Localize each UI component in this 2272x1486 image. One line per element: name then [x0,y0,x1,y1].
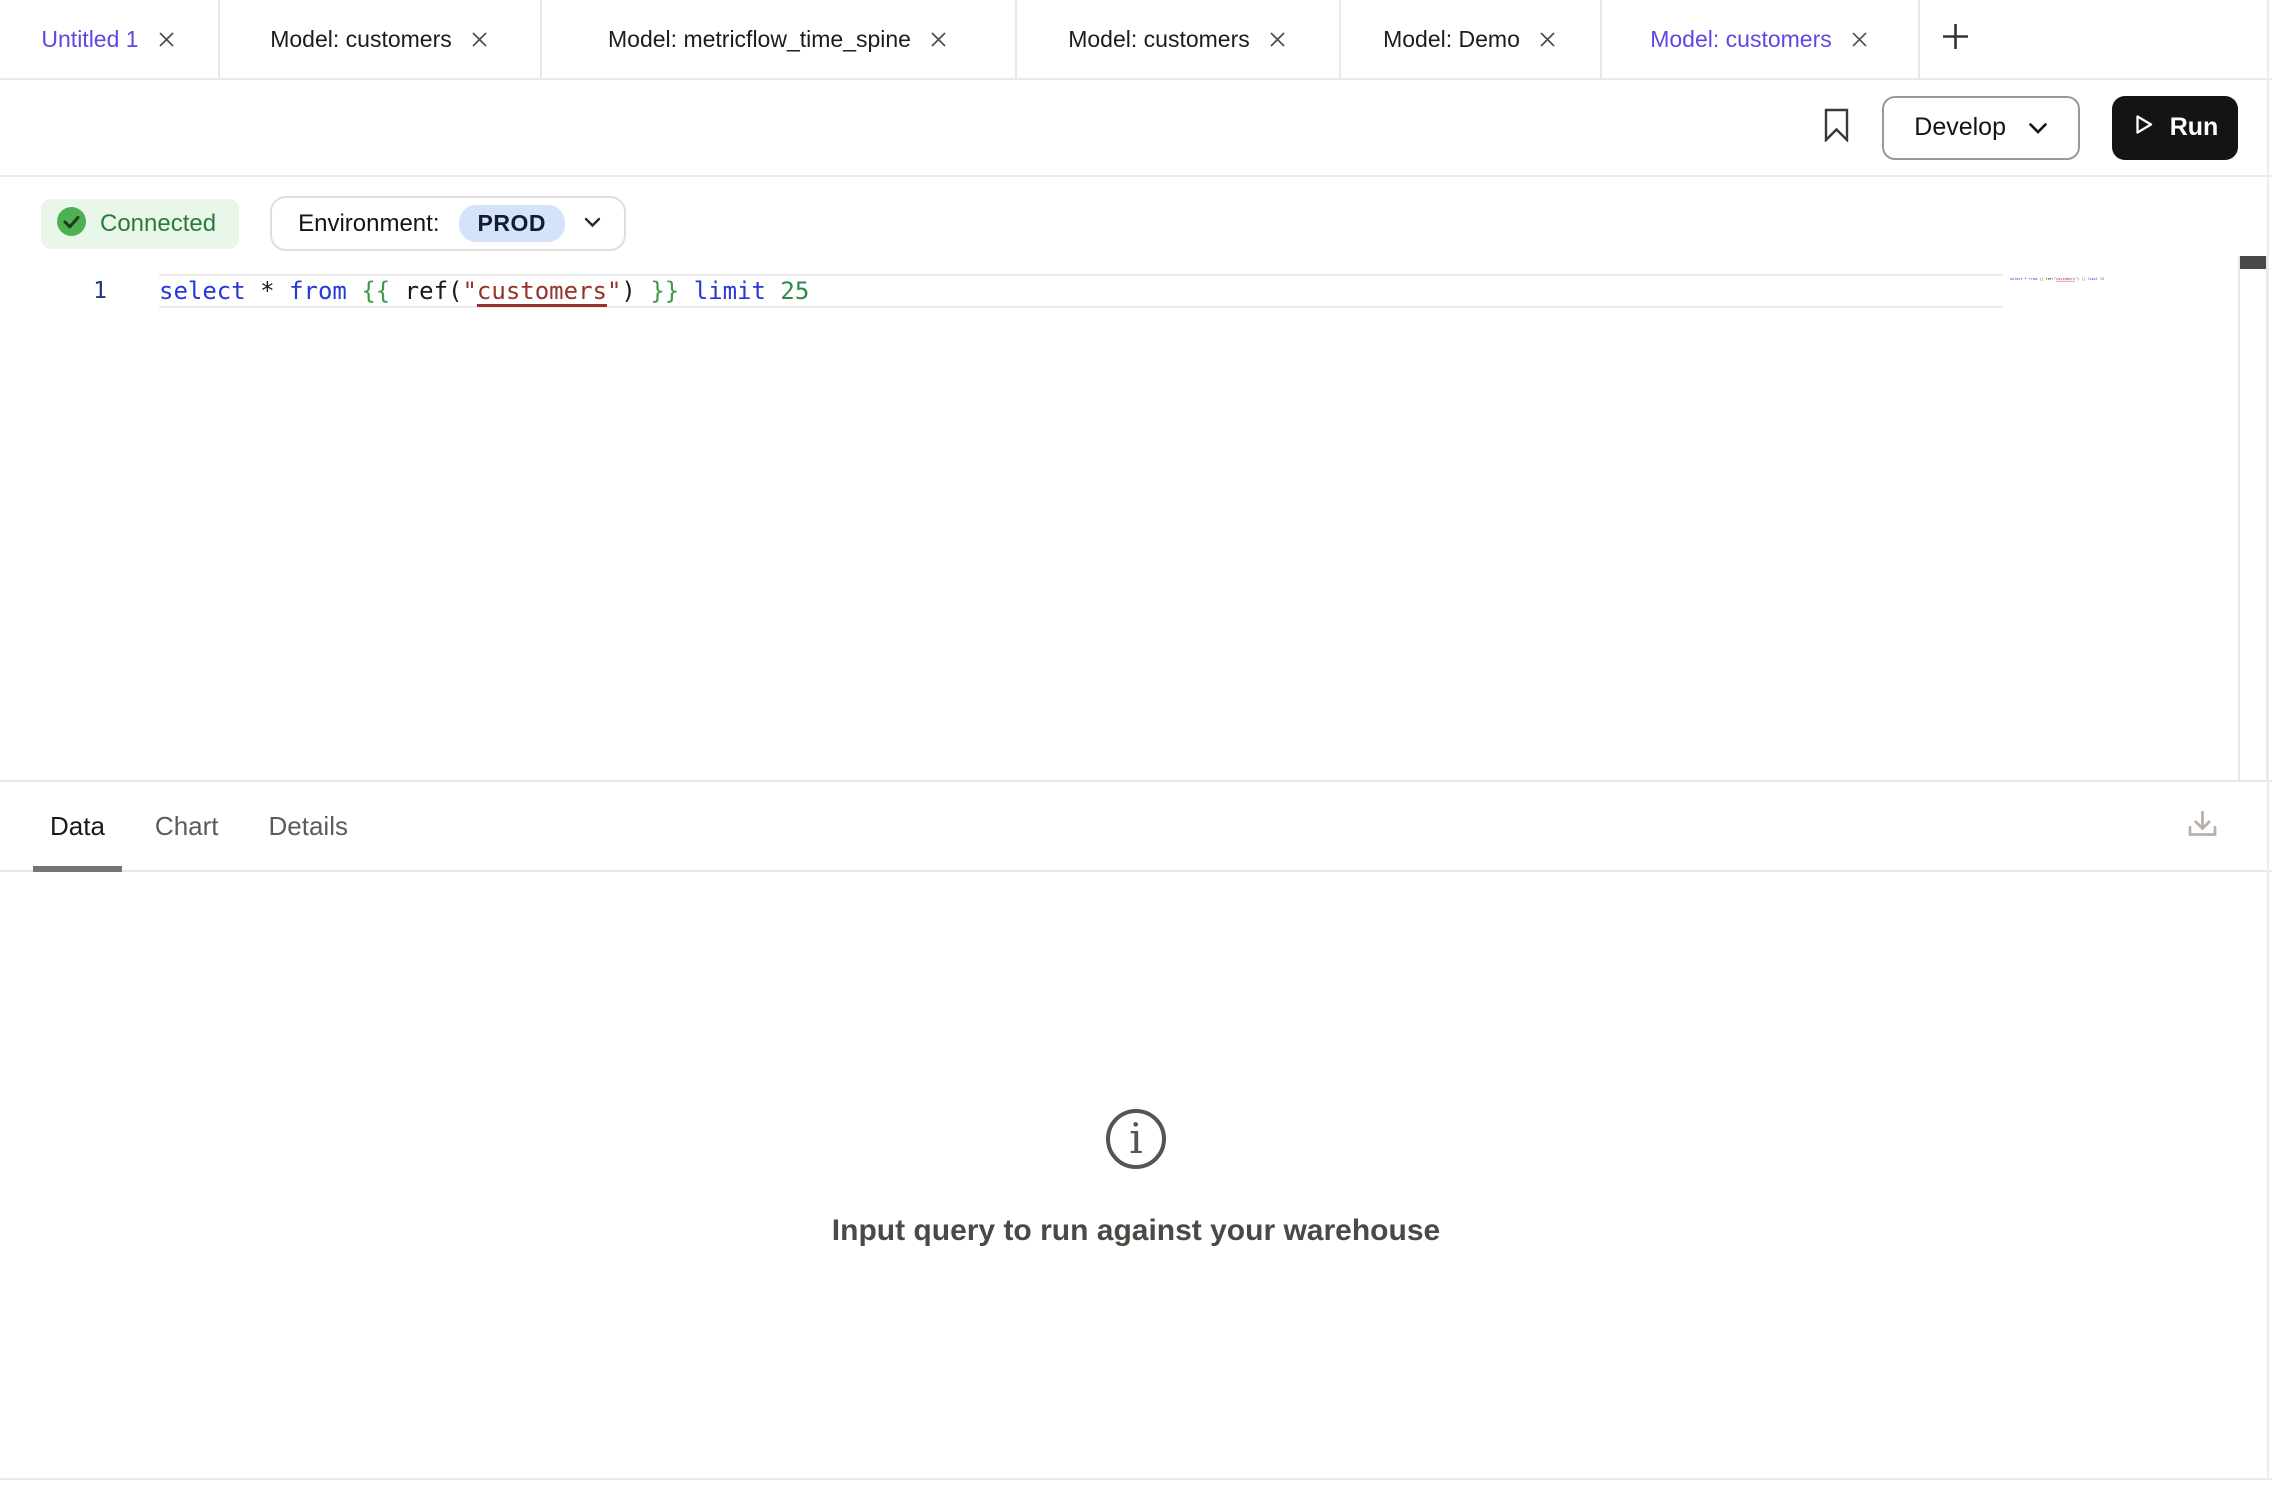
svg-text:i: i [1129,1114,1142,1163]
editor-scrollbar[interactable] [2238,256,2268,780]
play-icon [2132,113,2155,143]
minimap[interactable]: select * from {{ ref("customers") }} lim… [2010,277,2235,317]
environment-select[interactable]: Environment: PROD [270,196,626,251]
tab-data[interactable]: Data [33,782,122,870]
code-token: limit [2088,277,2098,281]
tab-model-customers-2[interactable]: Model: customers [1017,0,1341,78]
plus-icon [1940,21,1971,57]
code-token: customers [2056,277,2075,281]
code-token: select [2010,277,2023,281]
tab-label: Model: customers [270,26,452,53]
close-icon[interactable] [1537,29,1558,50]
results-empty-state: i Input query to run against your wareho… [0,872,2272,1478]
code-token: 25 [780,277,809,305]
chevron-down-icon [2028,113,2048,142]
code-token: {{ [361,277,390,305]
minimap-code: select * from {{ ref("customers") }} lim… [2010,277,2235,281]
code-token: from [2029,277,2037,281]
results-tab-label: Data [50,811,105,842]
code-token [766,277,780,305]
code-token [275,277,289,305]
code-token [347,277,361,305]
close-icon[interactable] [1849,29,1870,50]
code-token: * [260,277,274,305]
connection-status-label: Connected [100,210,216,238]
editor-tab-bar: Untitled 1 Model: customers Model: metri… [0,0,2272,80]
code-token: 25 [2100,277,2104,281]
results-tab-bar: Data Chart Details [0,782,2272,872]
tab-details[interactable]: Details [252,782,365,870]
toolbar: Develop Run [0,80,2272,177]
code-token: select [159,277,246,305]
close-icon[interactable] [156,29,177,50]
download-button[interactable] [2182,803,2223,849]
chevron-down-icon [584,215,601,233]
code-token: " [607,277,621,305]
tab-model-customers-3[interactable]: Model: customers [1602,0,1920,78]
sql-editor[interactable]: 1 select * from {{ ref("customers") }} l… [0,256,2272,782]
bookmark-icon [1823,108,1850,147]
tab-model-metricflow-time-spine[interactable]: Model: metricflow_time_spine [542,0,1017,78]
tab-model-demo[interactable]: Model: Demo [1341,0,1602,78]
develop-button[interactable]: Develop [1882,96,2080,160]
code-token: customers [477,277,607,305]
tab-untitled-1[interactable]: Untitled 1 [0,0,220,78]
download-icon [2182,803,2223,849]
new-tab-button[interactable] [1920,0,1990,78]
panel-bottom-edge [0,1478,2272,1480]
line-number: 1 [0,274,107,308]
connection-status-badge: Connected [41,199,239,249]
tab-model-customers-1[interactable]: Model: customers [220,0,542,78]
environment-label: Environment: [298,210,439,238]
run-button[interactable]: Run [2112,96,2238,160]
code-line[interactable]: select * from {{ ref("customers") }} lim… [159,274,2003,308]
info-icon: i [1102,1105,1170,1178]
status-bar: Connected Environment: PROD [41,196,626,251]
tab-label: Model: customers [1068,26,1250,53]
tab-label: Model: Demo [1383,26,1520,53]
develop-button-label: Develop [1914,113,2006,142]
tab-label: Model: metricflow_time_spine [608,26,911,53]
code-token: ref( [2044,277,2054,281]
tab-chart[interactable]: Chart [138,782,236,870]
code-token [246,277,260,305]
results-empty-message: Input query to run against your warehous… [832,1214,1440,1248]
tab-label: Model: customers [1650,26,1832,53]
panel-right-edge [2267,0,2269,1478]
code-token: " [462,277,476,305]
environment-value-pill: PROD [459,205,565,242]
code-token: ) [621,277,650,305]
close-icon[interactable] [469,29,490,50]
check-circle-icon [56,206,87,242]
results-panel: Data Chart Details i Input [0,782,2272,1478]
bookmark-button[interactable] [1823,108,1850,147]
code-token: }} [650,277,679,305]
close-icon[interactable] [1267,29,1288,50]
code-token [679,277,693,305]
close-icon[interactable] [928,29,949,50]
run-button-label: Run [2170,113,2219,142]
scrollbar-thumb[interactable] [2240,256,2266,269]
code-token: limit [694,277,766,305]
results-tab-label: Details [269,811,348,842]
tab-label: Untitled 1 [41,26,138,53]
results-tab-label: Chart [155,811,219,842]
code-token: ref( [390,277,462,305]
code-token: from [289,277,347,305]
